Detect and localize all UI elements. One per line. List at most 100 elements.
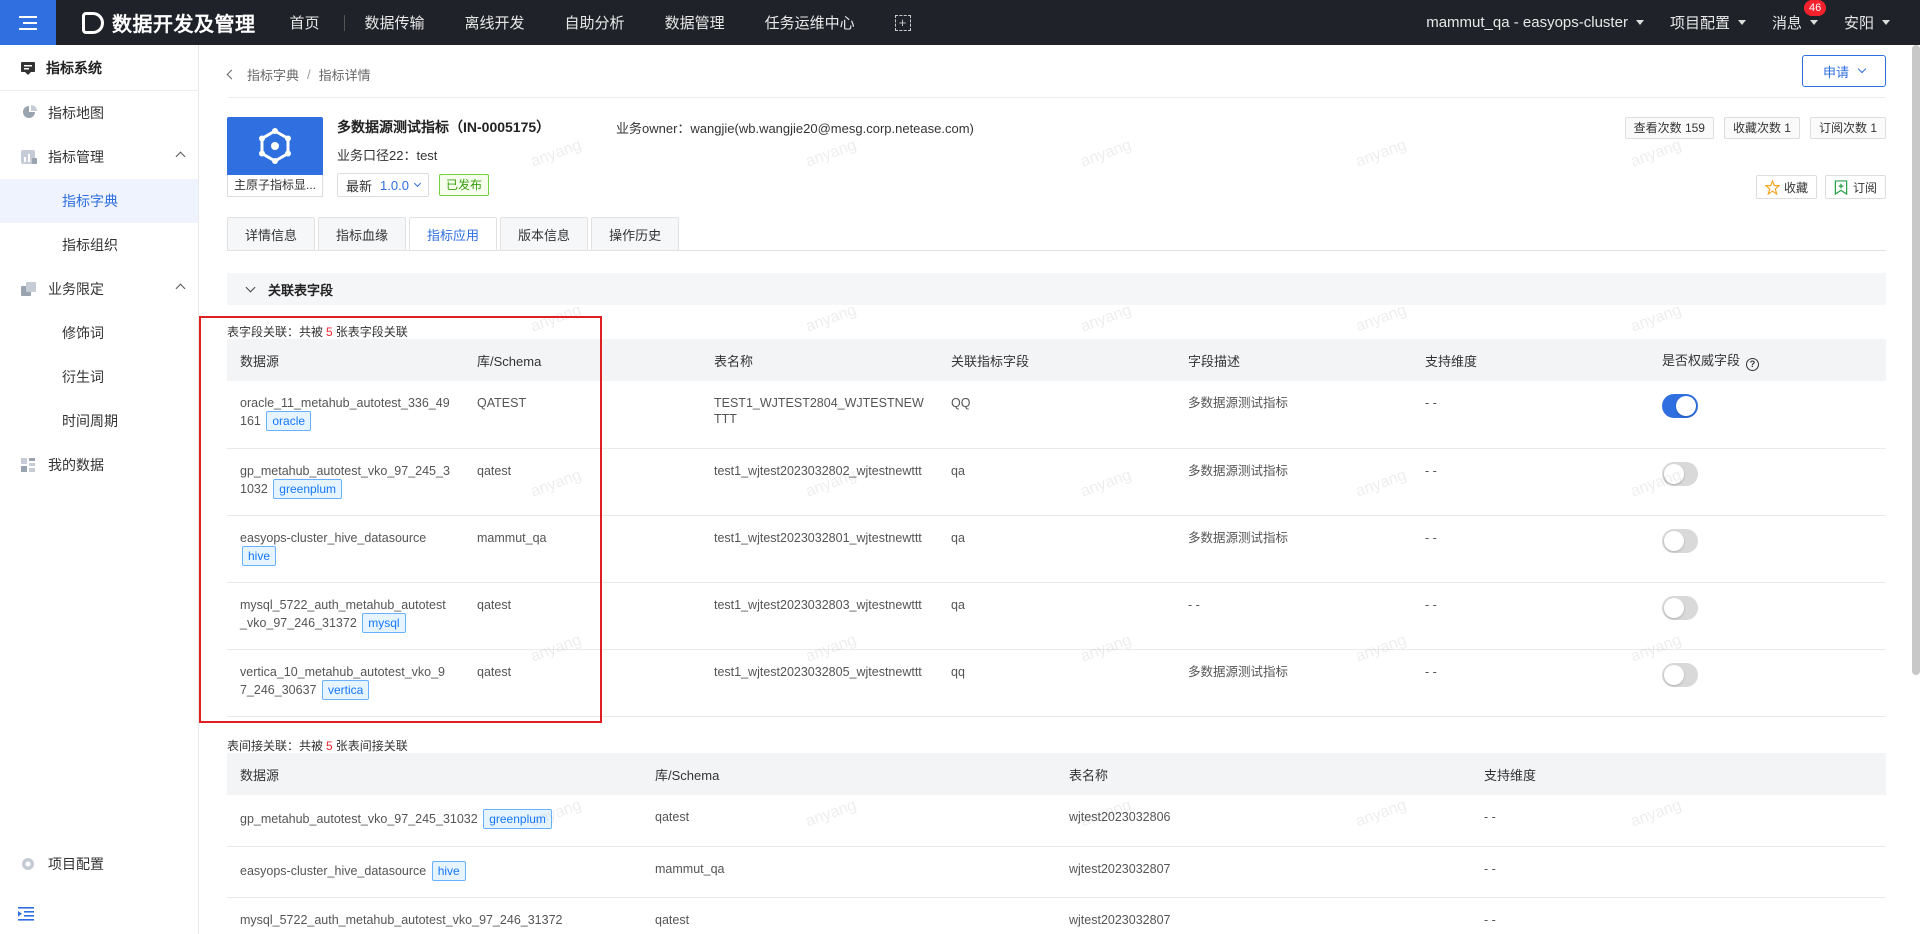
datasource-cell: gp_metahub_autotest_vko_97_245_31032 gre…: [227, 795, 642, 847]
nav-offline-dev[interactable]: 离线开发: [445, 12, 545, 33]
dimension-cell: - -: [1412, 515, 1649, 583]
add-shortcut-icon[interactable]: +: [894, 14, 911, 31]
sidebar-item-my-data[interactable]: 我的数据: [0, 443, 198, 487]
header-divider: [228, 97, 1886, 98]
table-name-link[interactable]: wjtest2023032806: [1056, 795, 1471, 847]
metric-owner: 业务owner：wangjie(wb.wangjie20@mesg.corp.n…: [616, 118, 974, 137]
sidebar-item-metric-management[interactable]: 指标管理: [0, 135, 198, 179]
datasource-type-tag: greenplum: [273, 478, 342, 499]
table-name-link[interactable]: test1_wjtest2023032803_wjtestnewttt: [701, 582, 938, 650]
sidebar-item-metric-organization[interactable]: 指标组织: [0, 223, 198, 267]
section-title: 关联表字段: [268, 282, 334, 298]
chevron-up-icon: [175, 283, 186, 294]
nav-task-ops[interactable]: 任务运维中心: [745, 12, 875, 33]
nav-home[interactable]: 首页: [270, 12, 340, 33]
schema-cell: qatest: [464, 448, 701, 516]
sidebar-item-project-config[interactable]: 项目配置: [0, 844, 198, 884]
sidebar-item-metric-map[interactable]: 指标地图: [0, 91, 198, 135]
sidebar-item-business-limit[interactable]: 业务限定: [0, 267, 198, 311]
column-header-schema: 库/Schema: [642, 753, 1056, 795]
sidebar-item-metric-dictionary[interactable]: 指标字典: [0, 179, 198, 223]
dimension-cell: - -: [1471, 795, 1886, 847]
field-assoc-table: 数据源 库/Schema 表名称 关联指标字段 字段描述 支持维度 是否权威字段…: [227, 339, 1886, 717]
apply-button[interactable]: 申请: [1802, 55, 1886, 87]
table-row: gp_metahub_autotest_vko_97_245_31032 gre…: [227, 795, 1886, 847]
column-header-table-name: 表名称: [1056, 753, 1471, 795]
watermark: anyang: [1353, 136, 1409, 171]
datasource-type-tag: oracle: [266, 411, 312, 431]
tab-metric-application[interactable]: 指标应用: [409, 217, 498, 251]
collapse-sidebar-icon[interactable]: [18, 906, 36, 922]
table-name-link[interactable]: wjtest2023032807: [1056, 846, 1471, 898]
nav-self-analysis[interactable]: 自助分析: [545, 12, 645, 33]
authoritative-cell: [1649, 649, 1886, 717]
favorite-button[interactable]: 收藏: [1755, 175, 1817, 199]
tab-metric-lineage[interactable]: 指标血缘: [318, 217, 407, 250]
sidebar-item-time-period[interactable]: 时间周期: [0, 399, 198, 443]
metric-owner-label: 业务owner：: [616, 121, 691, 136]
table-name-link[interactable]: test1_wjtest2023032801_wjtestnewttt: [701, 515, 938, 583]
nav-data-management[interactable]: 数据管理: [645, 12, 745, 33]
sidebar-item-derived[interactable]: 衍生词: [0, 355, 198, 399]
sidebar-item-modifier[interactable]: 修饰词: [0, 311, 198, 355]
schema-cell: qatest: [464, 582, 701, 650]
help-icon[interactable]: ?: [1746, 357, 1760, 371]
authoritative-toggle[interactable]: [1662, 662, 1698, 687]
authoritative-toggle[interactable]: [1662, 394, 1698, 418]
table-row: easyops-cluster_hive_datasource hive mam…: [227, 846, 1886, 898]
user-name: 安阳: [1843, 15, 1874, 32]
metric-type-icon: [227, 117, 323, 175]
section-header-related-fields[interactable]: 关联表字段: [227, 273, 1886, 305]
column-header-field-desc: 字段描述: [1175, 339, 1412, 381]
subscription-count: 订阅次数 1: [1809, 117, 1886, 139]
field-assoc-count: 5: [326, 325, 333, 339]
table-name-link[interactable]: test1_wjtest2023032805_wjtestnewttt: [701, 649, 938, 717]
main-content: 指标字典 / 指标详情 申请 主原子指标显... 多数据源测试指标（IN-000…: [200, 45, 1920, 934]
version-selector[interactable]: 最新 1.0.0: [337, 173, 429, 197]
breadcrumb-parent[interactable]: 指标字典: [247, 65, 299, 84]
cluster-selector[interactable]: mammut_qa - easyops-cluster: [1426, 14, 1644, 31]
sidebar-item-label: 我的数据: [48, 457, 104, 473]
breadcrumb-separator: /: [307, 67, 311, 82]
table-header-row: 数据源 库/Schema 表名称 支持维度: [227, 753, 1886, 795]
breadcrumb-current: 指标详情: [318, 68, 371, 83]
tab-version-info[interactable]: 版本信息: [500, 217, 589, 250]
back-arrow-icon[interactable]: [226, 69, 237, 80]
schema-cell: mammut_qa: [464, 515, 701, 583]
datasource-type-tag: hive: [431, 860, 466, 881]
table-name-link[interactable]: test1_wjtest2023032802_wjtestnewttt: [701, 448, 938, 516]
sidebar-header: 指标系统: [0, 45, 198, 91]
project-config-menu[interactable]: 项目配置: [1670, 12, 1746, 33]
table-row: gp_metahub_autotest_vko_97_245_31032 gre…: [227, 448, 1886, 516]
user-menu[interactable]: 安阳: [1844, 12, 1890, 33]
metric-caliber: 业务口径22：test: [337, 148, 438, 163]
indirect-assoc-count: 5: [326, 739, 333, 753]
brand-logo[interactable]: 数据开发及管理: [82, 8, 256, 37]
map-icon: [23, 105, 37, 118]
column-header-datasource: 数据源: [227, 753, 642, 795]
authoritative-toggle[interactable]: [1662, 595, 1698, 620]
schema-cell: qatest: [642, 897, 1056, 934]
chevron-down-icon: [1857, 64, 1867, 74]
datasource-name: easyops-cluster_hive_datasource: [240, 530, 427, 545]
column-header-dimension: 支持维度: [1412, 339, 1649, 381]
menu-toggle-button[interactable]: [0, 0, 56, 45]
column-header-dimension: 支持维度: [1471, 753, 1886, 795]
metric-title: 多数据源测试指标（IN-0005175）: [337, 119, 551, 135]
page-scrollbar[interactable]: [1912, 45, 1920, 675]
table-name-link[interactable]: wjtest2023032807: [1056, 897, 1471, 934]
nav-data-transfer[interactable]: 数据传输: [345, 12, 445, 33]
datasource-name: easyops-cluster_hive_datasource: [240, 863, 427, 878]
tab-detail-info[interactable]: 详情信息: [227, 217, 316, 250]
tab-operation-history[interactable]: 操作历史: [591, 217, 680, 250]
authoritative-toggle[interactable]: [1662, 461, 1698, 486]
dimension-cell: - -: [1412, 381, 1649, 449]
message-count-badge: 46: [1803, 0, 1827, 16]
subscribe-button[interactable]: 订阅: [1824, 175, 1886, 199]
authoritative-toggle[interactable]: [1662, 528, 1698, 553]
column-header-authoritative-label: 是否权威字段: [1662, 352, 1741, 368]
indirect-assoc-suffix: 张表间接关联: [335, 739, 408, 753]
messages-menu[interactable]: 消息 46: [1772, 0, 1827, 33]
table-name-link[interactable]: TEST1_WJTEST2804_WJTESTNEWTTT: [701, 381, 938, 449]
watermark: anyang: [1078, 301, 1134, 336]
